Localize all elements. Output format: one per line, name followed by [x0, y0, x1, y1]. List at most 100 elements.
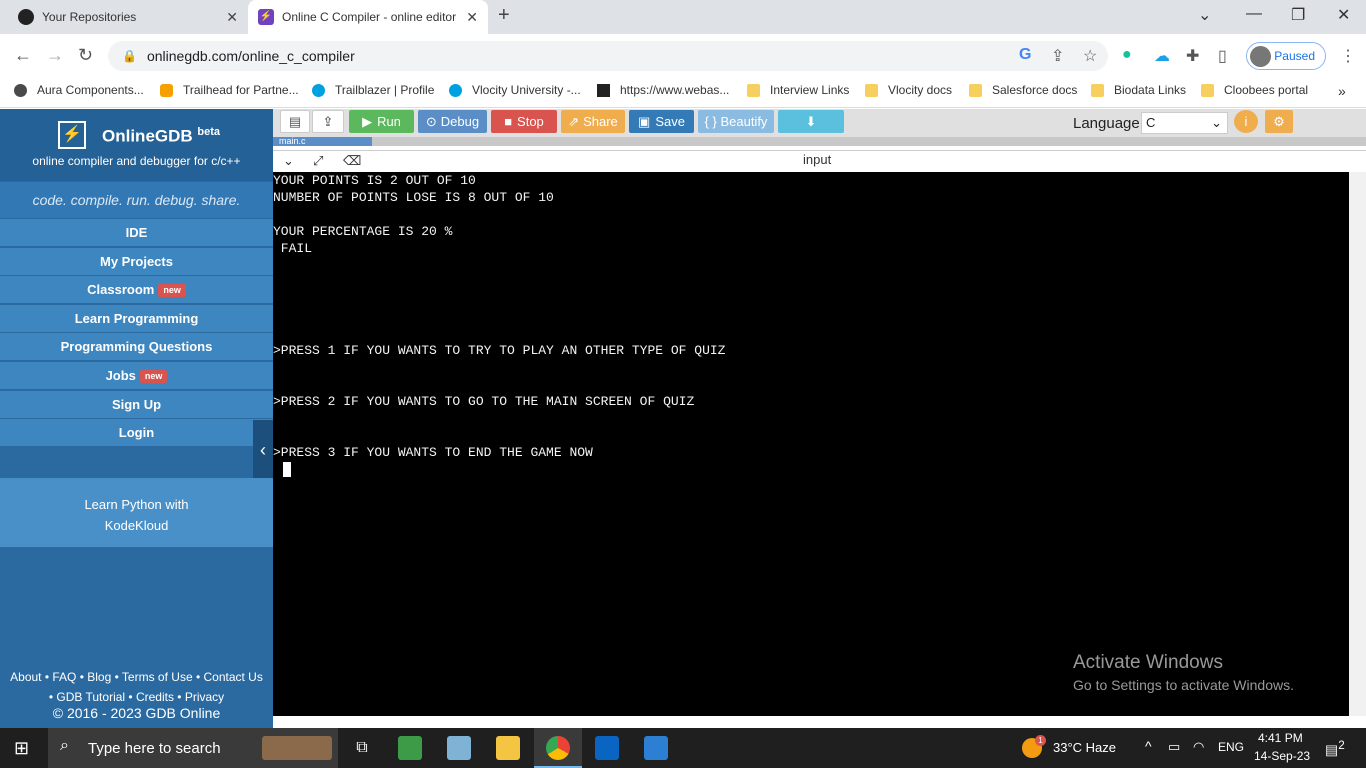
share-icon: ⇗: [568, 113, 580, 129]
minimize-icon[interactable]: —: [1246, 5, 1262, 23]
brand-name: OnlineGDB: [102, 126, 193, 146]
network-icon[interactable]: ◠: [1193, 739, 1204, 755]
sidebar-item-programming-questions[interactable]: Programming Questions: [0, 333, 273, 361]
file-tab-bar: [273, 137, 1366, 146]
sidebar-item-learn-programming[interactable]: Learn Programming: [0, 305, 273, 333]
address-input[interactable]: 🔒 onlinegdb.com/online_c_compiler: [108, 41, 1108, 71]
show-hidden-icons-chevron-icon[interactable]: ^: [1145, 738, 1152, 754]
sidebar-item-sign-up[interactable]: Sign Up: [0, 391, 273, 419]
side-panel-icon[interactable]: ▯: [1218, 46, 1227, 66]
expand-icon[interactable]: ⤢: [313, 153, 323, 169]
avatar: [1250, 46, 1271, 67]
run-button[interactable]: ▶ Run: [349, 110, 414, 133]
sidebar-logo[interactable]: ⚡ OnlineGDB beta online compiler and deb…: [0, 109, 273, 181]
footer-line1[interactable]: About • FAQ • Blog • Terms of Use • Cont…: [0, 667, 273, 687]
clock-date[interactable]: 14-Sep-23: [1254, 749, 1310, 763]
tab-search-chevron-icon[interactable]: ⌄: [1198, 5, 1211, 25]
search-highlight-icon[interactable]: [262, 736, 332, 760]
language-label: Language: [1073, 115, 1140, 132]
sidebar-item-my-projects[interactable]: My Projects: [0, 248, 273, 276]
close-window-icon[interactable]: ✕: [1337, 5, 1350, 25]
restore-icon[interactable]: ❐: [1291, 5, 1305, 25]
bookmark-label: Interview Links: [770, 83, 850, 97]
clock-time[interactable]: 4:41 PM: [1258, 731, 1303, 745]
footer-line2[interactable]: • GDB Tutorial • Credits • Privacy: [0, 687, 273, 707]
extensions-puzzle-icon[interactable]: ✚: [1186, 46, 1199, 66]
bookmark-interview-links[interactable]: Interview Links: [747, 83, 849, 97]
more-bookmarks-chevron-icon[interactable]: »: [1338, 83, 1346, 99]
console-line: >PRESS 1 IF YOU WANTS TO TRY TO PLAY AN …: [273, 343, 726, 358]
cloud-extension-icon[interactable]: ☁: [1154, 46, 1170, 66]
new-tab-plus-icon[interactable]: +: [498, 4, 510, 27]
bookmark-salesforce-docs[interactable]: Salesforce docs: [969, 83, 1077, 97]
share-page-icon[interactable]: ⇪: [1051, 46, 1064, 66]
photos-icon[interactable]: [644, 736, 668, 760]
notepad-icon[interactable]: [398, 736, 422, 760]
promo-banner[interactable]: Learn Python with KodeKloud: [0, 478, 273, 547]
folder-icon: [1201, 83, 1214, 97]
new-badge: new: [139, 370, 168, 384]
search-placeholder: Type here to search: [88, 739, 221, 757]
bookmark-label: Salesforce docs: [992, 83, 1078, 97]
menu-kebab-icon[interactable]: ⋮: [1340, 46, 1356, 66]
info-icon[interactable]: i: [1234, 110, 1258, 133]
bookmark-trailhead[interactable]: Trailhead for Partne...: [160, 83, 299, 97]
file-tab-main-c[interactable]: main.c: [273, 137, 372, 146]
stop-icon: ■: [504, 114, 513, 129]
aura-icon: [14, 83, 27, 97]
clear-console-icon[interactable]: ⌫: [343, 153, 361, 169]
close-icon[interactable]: ✕: [466, 9, 478, 26]
bookmark-biodata-links[interactable]: Biodata Links: [1091, 83, 1186, 97]
language-select[interactable]: C ⌄: [1141, 112, 1228, 134]
sidebar-item-label: Jobs: [105, 368, 136, 383]
google-icon[interactable]: G: [1019, 46, 1031, 64]
sidebar-footer-links[interactable]: About • FAQ • Blog • Terms of Use • Cont…: [0, 667, 273, 707]
download-button[interactable]: ⬇: [778, 110, 844, 133]
bookmark-aura-components[interactable]: Aura Components...: [14, 83, 144, 97]
weather-text[interactable]: 33°C Haze: [1053, 740, 1116, 755]
mail-icon[interactable]: [595, 736, 619, 760]
bookmark-vlocity-docs[interactable]: Vlocity docs: [865, 83, 952, 97]
new-file-icon[interactable]: ▤: [280, 110, 310, 133]
chrome-taskbar-button[interactable]: [534, 728, 582, 768]
bookmark-star-icon[interactable]: ☆: [1083, 46, 1097, 66]
sidebar-item-jobs[interactable]: Jobs new: [0, 362, 273, 390]
battery-icon[interactable]: ▭: [1168, 739, 1180, 755]
play-icon: ▶: [362, 113, 373, 129]
language-indicator[interactable]: ENG: [1218, 740, 1244, 754]
notifications-icon[interactable]: ▤2: [1325, 739, 1345, 759]
sidebar-item-login[interactable]: Login: [0, 419, 273, 447]
upload-icon[interactable]: ⇪: [312, 110, 344, 133]
grammarly-icon[interactable]: ●: [1122, 46, 1132, 64]
bookmark-trailblazer[interactable]: Trailblazer | Profile: [312, 83, 434, 97]
tab-your-repositories[interactable]: Your Repositories ✕: [8, 0, 248, 34]
bookmark-webas[interactable]: https://www.webas...: [597, 83, 729, 97]
forward-arrow-icon[interactable]: →: [46, 45, 64, 66]
task-view-icon[interactable]: ⧉: [350, 736, 374, 760]
tab-online-c-compiler[interactable]: ⚡ Online C Compiler - online editor ✕: [248, 0, 488, 34]
file-explorer-icon[interactable]: [496, 736, 520, 760]
share-button[interactable]: ⇗ Share: [561, 110, 625, 133]
reload-icon[interactable]: ↻: [78, 45, 93, 66]
settings-gear-icon[interactable]: ⚙: [1265, 110, 1293, 133]
collapse-sidebar-chevron-icon[interactable]: ‹: [253, 420, 273, 480]
beautify-button[interactable]: { } Beautify: [698, 110, 774, 133]
profile-button[interactable]: Paused: [1246, 42, 1326, 70]
close-icon[interactable]: ✕: [226, 9, 238, 26]
bookmark-label: Vlocity University -...: [472, 83, 581, 97]
download-icon: ⬇: [805, 113, 817, 129]
bookmark-vlocity-university[interactable]: Vlocity University -...: [449, 83, 581, 97]
sidebar-item-classroom[interactable]: Classroom new: [0, 276, 273, 304]
save-button[interactable]: ▣ Save: [629, 110, 694, 133]
sidebar-item-ide[interactable]: IDE: [0, 219, 273, 247]
app-icon[interactable]: [447, 736, 471, 760]
console-output[interactable]: YOUR POINTS IS 2 OUT OF 10 NUMBER OF POI…: [273, 172, 1349, 716]
debug-button[interactable]: ⊙ Debug: [418, 110, 487, 133]
back-arrow-icon[interactable]: ←: [14, 45, 32, 66]
windows-start-icon[interactable]: ⊞: [14, 738, 29, 759]
chevron-down-icon[interactable]: ⌄: [283, 153, 294, 169]
bookmark-cloobees-portal[interactable]: Cloobees portal: [1201, 83, 1308, 97]
console-scrollbar[interactable]: [1349, 172, 1366, 716]
stop-button[interactable]: ■ Stop: [491, 110, 557, 133]
console-line: >PRESS 3 IF YOU WANTS TO END THE GAME NO…: [273, 445, 593, 460]
